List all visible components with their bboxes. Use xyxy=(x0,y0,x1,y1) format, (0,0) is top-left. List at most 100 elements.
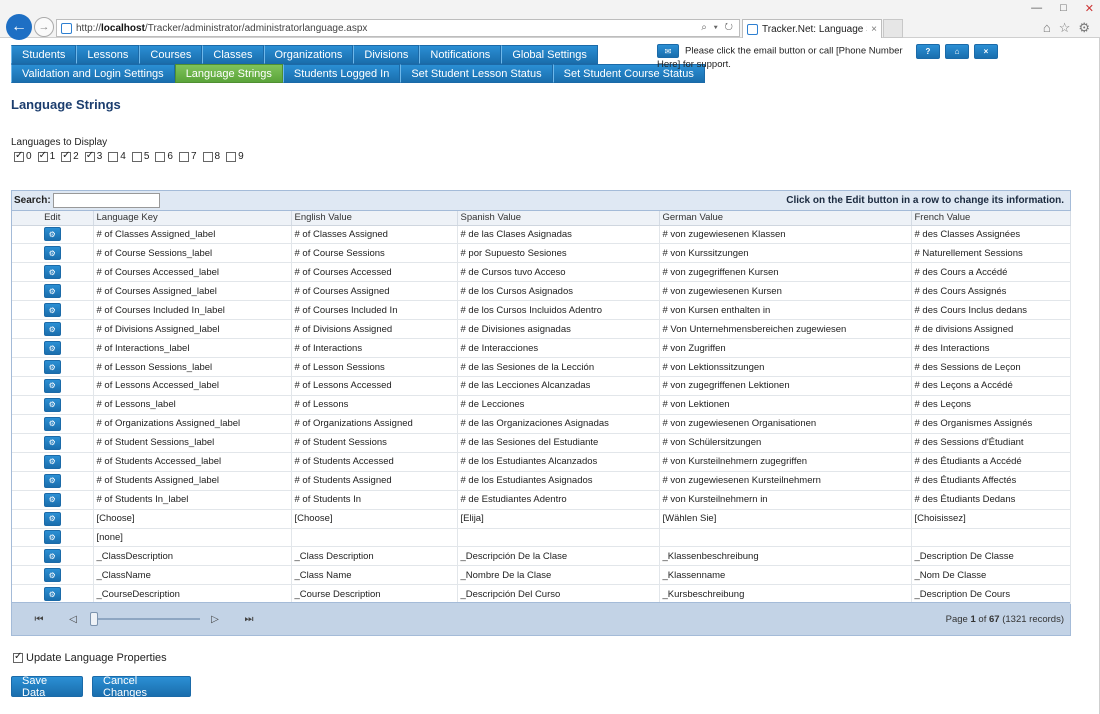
language-checkbox-8[interactable] xyxy=(202,151,213,162)
tab-close-icon[interactable]: × xyxy=(871,24,877,35)
edit-row-button[interactable]: ⚙ xyxy=(43,303,61,318)
cell-german-value: # von Kursteilnehmern zugegriffen xyxy=(659,452,912,472)
cell-spanish-value: # de las Clases Asignadas xyxy=(457,225,660,245)
cell-german-value: # von Lektionen xyxy=(659,395,912,415)
edit-row-button[interactable]: ⚙ xyxy=(43,492,61,507)
cell-english-value xyxy=(291,528,458,548)
edit-cell: ⚙ xyxy=(12,281,94,302)
forward-button[interactable]: → xyxy=(34,17,54,37)
cell-language-key: # of Students Assigned_label xyxy=(93,471,292,491)
edit-gear-icon: ⚙ xyxy=(48,305,56,315)
new-tab-button[interactable] xyxy=(883,19,903,38)
edit-row-button[interactable]: ⚙ xyxy=(43,341,61,356)
back-button[interactable]: ← xyxy=(6,14,32,40)
edit-cell: ⚙ xyxy=(12,357,94,377)
maximize-icon[interactable]: □ xyxy=(1060,2,1067,15)
first-page-icon[interactable]: ⏮ xyxy=(32,612,46,626)
menu-item-language-strings[interactable]: Language Strings xyxy=(174,64,283,83)
last-page-icon[interactable]: ⏭ xyxy=(242,612,256,626)
edit-row-button[interactable]: ⚙ xyxy=(43,435,61,450)
cell-english-value: # of Courses Assigned xyxy=(291,281,458,302)
cell-language-key: # of Students Accessed_label xyxy=(93,452,292,472)
language-checkbox-0[interactable] xyxy=(14,150,24,162)
language-strings-grid: Search: Click on the Edit button in a ro… xyxy=(11,190,1071,636)
language-checkbox-5[interactable] xyxy=(131,151,142,162)
minimize-icon[interactable]: — xyxy=(1031,2,1042,15)
edit-row-button[interactable]: ⚙ xyxy=(43,360,61,375)
browser-tab[interactable]: Tracker.Net: Language Strin... × xyxy=(742,19,882,38)
edit-row-button[interactable]: ⚙ xyxy=(43,530,61,545)
cancel-changes-button[interactable]: Cancel Changes xyxy=(92,675,191,699)
menu-item-global-settings[interactable]: Global Settings xyxy=(501,45,598,64)
settings-gear-icon[interactable]: ⚙ xyxy=(1078,20,1090,36)
edit-cell: ⚙ xyxy=(12,565,94,586)
page-slider[interactable] xyxy=(90,612,200,626)
edit-row-button[interactable]: ⚙ xyxy=(43,227,61,242)
edit-row-button[interactable]: ⚙ xyxy=(43,416,61,431)
menu-item-notifications[interactable]: Notifications xyxy=(419,45,502,64)
email-button[interactable]: ✉ xyxy=(657,44,679,58)
cell-english-value: # of Lesson Sessions xyxy=(291,357,458,377)
home-button[interactable]: ⌂ xyxy=(945,44,969,59)
language-checkbox-9[interactable] xyxy=(226,151,237,162)
update-properties-checkbox[interactable] xyxy=(13,651,23,663)
column-header-edit[interactable]: Edit xyxy=(12,211,94,226)
menu-item-students-logged-in[interactable]: Students Logged In xyxy=(282,64,401,83)
slider-thumb[interactable] xyxy=(90,612,98,626)
edit-row-button[interactable]: ⚙ xyxy=(43,454,61,469)
menu-item-students[interactable]: Students xyxy=(11,45,77,64)
edit-row-button[interactable]: ⚙ xyxy=(43,265,61,280)
favorites-star-icon[interactable]: ☆ xyxy=(1059,20,1071,36)
cell-german-value xyxy=(659,528,912,548)
edit-row-button[interactable]: ⚙ xyxy=(43,587,61,602)
menu-item-divisions[interactable]: Divisions xyxy=(353,45,420,64)
column-header-french-value[interactable]: French Value xyxy=(911,211,1071,226)
cell-french-value: # des Sessions d'Étudiant xyxy=(911,433,1071,453)
column-header-spanish-value[interactable]: Spanish Value xyxy=(457,211,660,226)
language-checkbox-7[interactable] xyxy=(178,151,189,162)
next-page-icon[interactable]: ▷ xyxy=(208,612,222,626)
edit-row-button[interactable]: ⚙ xyxy=(43,473,61,488)
edit-row-button[interactable]: ⚙ xyxy=(43,397,61,412)
edit-gear-icon: ⚙ xyxy=(48,514,56,524)
menu-item-lessons[interactable]: Lessons xyxy=(76,45,140,64)
column-header-german-value[interactable]: German Value xyxy=(659,211,912,226)
edit-row-button[interactable]: ⚙ xyxy=(43,322,61,337)
menu-item-courses[interactable]: Courses xyxy=(139,45,203,64)
search-input[interactable] xyxy=(52,193,160,208)
address-bar[interactable]: http://localhost/Tracker/administrator/a… xyxy=(56,19,740,37)
language-checkbox-6[interactable] xyxy=(155,151,166,162)
edit-row-button[interactable]: ⚙ xyxy=(43,549,61,564)
language-checkbox-2[interactable] xyxy=(61,150,72,162)
edit-gear-icon: ⚙ xyxy=(48,267,56,277)
support-info: ✉ Please click the email button or call [… xyxy=(657,44,907,71)
edit-row-button[interactable]: ⚙ xyxy=(43,246,61,261)
cell-german-value: # von zugewiesenen Kursen xyxy=(659,281,912,302)
menu-item-classes[interactable]: Classes xyxy=(202,45,264,64)
page-title: Language Strings xyxy=(11,97,121,112)
logout-button[interactable]: × xyxy=(974,44,998,59)
address-tools-icon[interactable]: ⌕ ▾ ↻ xyxy=(701,22,735,33)
language-checkbox-1[interactable] xyxy=(37,150,48,162)
prev-page-icon[interactable]: ◁ xyxy=(66,612,80,626)
column-header-language-key[interactable]: Language Key xyxy=(93,211,292,226)
edit-row-button[interactable]: ⚙ xyxy=(43,568,61,583)
menu-item-set-student-lesson-status[interactable]: Set Student Lesson Status xyxy=(400,64,553,83)
edit-row-button[interactable]: ⚙ xyxy=(43,378,61,393)
table-row: ⚙ # of Divisions Assigned_label # of Divis… xyxy=(12,319,1071,340)
language-checkbox-4[interactable] xyxy=(108,151,119,162)
cell-english-value: # of Student Sessions xyxy=(291,433,458,453)
menu-item-organizations[interactable]: Organizations xyxy=(263,45,354,64)
cell-german-value: # von Kursen enthalten in xyxy=(659,300,912,321)
language-checkbox-3[interactable] xyxy=(84,150,95,162)
help-button[interactable]: ? xyxy=(916,44,940,59)
save-data-button[interactable]: Save Data xyxy=(11,675,83,699)
edit-row-button[interactable]: ⚙ xyxy=(43,511,61,526)
edit-row-button[interactable]: ⚙ xyxy=(43,284,61,299)
menu-item-validation-and-login-settings[interactable]: Validation and Login Settings xyxy=(11,64,175,83)
cell-german-value: # von zugewiesenen Organisationen xyxy=(659,414,912,434)
window-close-icon[interactable]: ✕ xyxy=(1085,2,1094,15)
column-header-english-value[interactable]: English Value xyxy=(291,211,458,226)
home-icon[interactable]: ⌂ xyxy=(1043,20,1051,36)
language-option-label: 3 xyxy=(96,151,103,162)
